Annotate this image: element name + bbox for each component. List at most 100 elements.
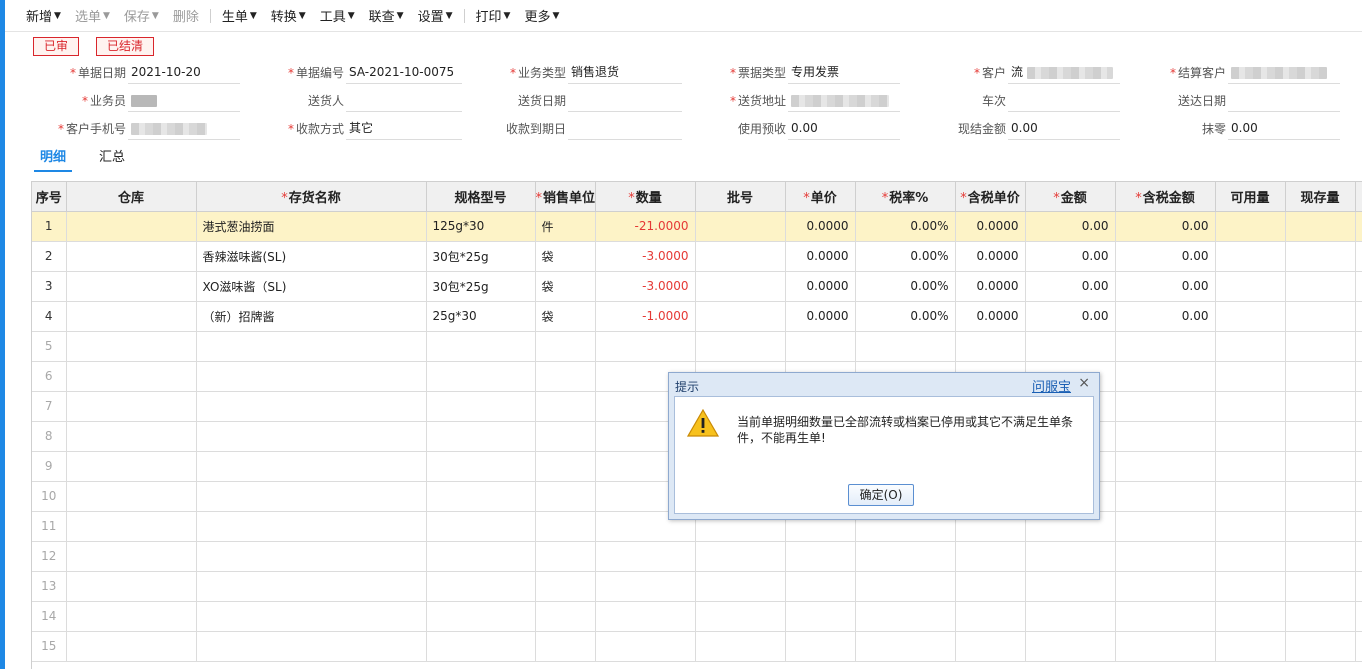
cell-empty[interactable] [535, 451, 596, 482]
cell-empty[interactable] [196, 511, 427, 542]
cell-empty[interactable] [855, 631, 956, 662]
cell-empty[interactable] [426, 571, 536, 602]
cell-empty[interactable] [855, 331, 956, 362]
cell-empty[interactable] [1215, 331, 1286, 362]
toolbar-query-button[interactable]: 联查 ▼ [362, 0, 411, 32]
cell-empty[interactable] [1025, 631, 1116, 662]
cell-empty[interactable] [1355, 571, 1362, 602]
customer-field[interactable]: 流 [1008, 62, 1120, 84]
cell-empty[interactable] [855, 541, 956, 572]
cell-qty[interactable]: -3.0000 [595, 271, 696, 302]
cell-amount[interactable]: 0.00 [1025, 271, 1116, 302]
cell-empty[interactable] [426, 481, 536, 512]
cell-empty[interactable] [1355, 421, 1362, 452]
cell-stock[interactable] [1285, 211, 1356, 242]
col-header-item-name[interactable]: *存货名称 [196, 182, 427, 212]
col-header-stock[interactable]: 现存量 [1285, 182, 1356, 212]
table-row[interactable]: 3 XO滋味酱（SL) 30包*25g 袋 -3.0000 0.0000 0.00% 0.00… [32, 271, 1362, 302]
settle-customer-field[interactable] [1228, 62, 1340, 84]
cell-empty[interactable] [955, 541, 1026, 572]
cell-extra[interactable]: 海 [1355, 211, 1362, 242]
toolbar-save-button[interactable]: 保存 ▼ [117, 0, 166, 32]
cell-empty[interactable] [955, 571, 1026, 602]
cell-tax-amount[interactable]: 0.00 [1115, 301, 1216, 332]
cell-warehouse[interactable] [66, 211, 197, 242]
cell-spec[interactable]: 25g*30 [426, 301, 536, 332]
col-header-index[interactable]: 序号 [32, 182, 67, 212]
cell-empty[interactable] [595, 331, 696, 362]
cell-extra[interactable]: 酱 [1355, 271, 1362, 302]
cell-unit[interactable]: 袋 [535, 271, 596, 302]
cell-empty[interactable] [426, 421, 536, 452]
cell-empty[interactable] [1115, 451, 1216, 482]
customer-phone-field[interactable] [128, 118, 240, 140]
cell-empty[interactable] [695, 631, 786, 662]
cell-tax-price[interactable]: 0.0000 [955, 271, 1026, 302]
table-row[interactable]: 5 [32, 331, 1362, 362]
cell-spec[interactable]: 125g*30 [426, 211, 536, 242]
cell-qty[interactable]: -1.0000 [595, 301, 696, 332]
cell-empty[interactable] [1355, 511, 1362, 542]
cell-amount[interactable]: 0.00 [1025, 301, 1116, 332]
cell-empty[interactable] [1285, 391, 1356, 422]
col-header-spec[interactable]: 规格型号 [426, 182, 536, 212]
cell-empty[interactable] [1215, 391, 1286, 422]
cell-empty[interactable] [695, 331, 786, 362]
cell-empty[interactable] [1115, 631, 1216, 662]
cell-empty[interactable] [1285, 331, 1356, 362]
pay-due-field[interactable] [568, 118, 682, 140]
cell-empty[interactable] [535, 391, 596, 422]
cell-stock[interactable] [1285, 301, 1356, 332]
doc-no-field[interactable]: SA-2021-10-0075 [346, 62, 462, 84]
cell-empty[interactable] [1285, 601, 1356, 632]
toolbar-convert-button[interactable]: 转换 ▼ [264, 0, 313, 32]
cell-empty[interactable] [1215, 601, 1286, 632]
cell-amount[interactable]: 0.00 [1025, 241, 1116, 272]
cell-empty[interactable] [1115, 571, 1216, 602]
cell-empty[interactable] [1025, 541, 1116, 572]
col-header-unit[interactable]: *销售单位 [535, 182, 596, 212]
tab-detail[interactable]: 明细 [40, 148, 66, 168]
cell-tax-price[interactable]: 0.0000 [955, 211, 1026, 242]
cell-empty[interactable] [1215, 541, 1286, 572]
cell-unit[interactable]: 袋 [535, 241, 596, 272]
table-row[interactable]: 1 港式葱油捞面 125g*30 件 -21.0000 0.0000 0.00% 0.0000… [32, 211, 1362, 242]
salesman-field[interactable] [128, 90, 240, 112]
cell-warehouse[interactable] [66, 241, 197, 272]
cell-empty[interactable] [196, 601, 427, 632]
close-icon[interactable]: × [1078, 375, 1090, 391]
cell-empty[interactable] [66, 391, 197, 422]
dialog-help-link[interactable]: 问服宝 [1032, 376, 1071, 395]
cell-idx[interactable]: 1 [32, 211, 67, 242]
table-row[interactable]: 4 （新）招牌酱 25g*30 袋 -1.0000 0.0000 0.00% 0.0000 0.… [32, 301, 1362, 332]
cell-empty[interactable] [1355, 331, 1362, 362]
cell-empty[interactable] [1355, 601, 1362, 632]
cell-empty[interactable] [1115, 421, 1216, 452]
cell-empty[interactable] [535, 571, 596, 602]
cell-empty[interactable] [535, 421, 596, 452]
cell-empty[interactable] [1355, 451, 1362, 482]
cell-empty[interactable] [1215, 511, 1286, 542]
table-row[interactable]: 13 [32, 571, 1362, 602]
cell-empty[interactable] [66, 631, 197, 662]
table-row[interactable]: 14 [32, 601, 1362, 632]
cell-empty[interactable] [426, 331, 536, 362]
cell-empty[interactable] [1215, 481, 1286, 512]
cell-empty[interactable] [66, 451, 197, 482]
cell-empty[interactable] [196, 331, 427, 362]
cell-unit[interactable]: 件 [535, 211, 596, 242]
cell-empty[interactable] [426, 451, 536, 482]
cell-tax-price[interactable]: 0.0000 [955, 301, 1026, 332]
cell-empty[interactable] [595, 631, 696, 662]
cell-spec[interactable]: 30包*25g [426, 271, 536, 302]
cell-empty[interactable] [535, 601, 596, 632]
cell-name[interactable]: （新）招牌酱 [196, 301, 427, 332]
cell-empty[interactable] [196, 451, 427, 482]
cell-empty[interactable] [595, 541, 696, 572]
cell-empty[interactable] [1285, 481, 1356, 512]
cell-empty[interactable] [785, 631, 856, 662]
cell-empty[interactable] [1285, 451, 1356, 482]
toolbar-new-button[interactable]: 新增 ▼ [19, 0, 68, 32]
cell-empty[interactable] [1215, 361, 1286, 392]
cell-name[interactable]: 香辣滋味酱(SL) [196, 241, 427, 272]
